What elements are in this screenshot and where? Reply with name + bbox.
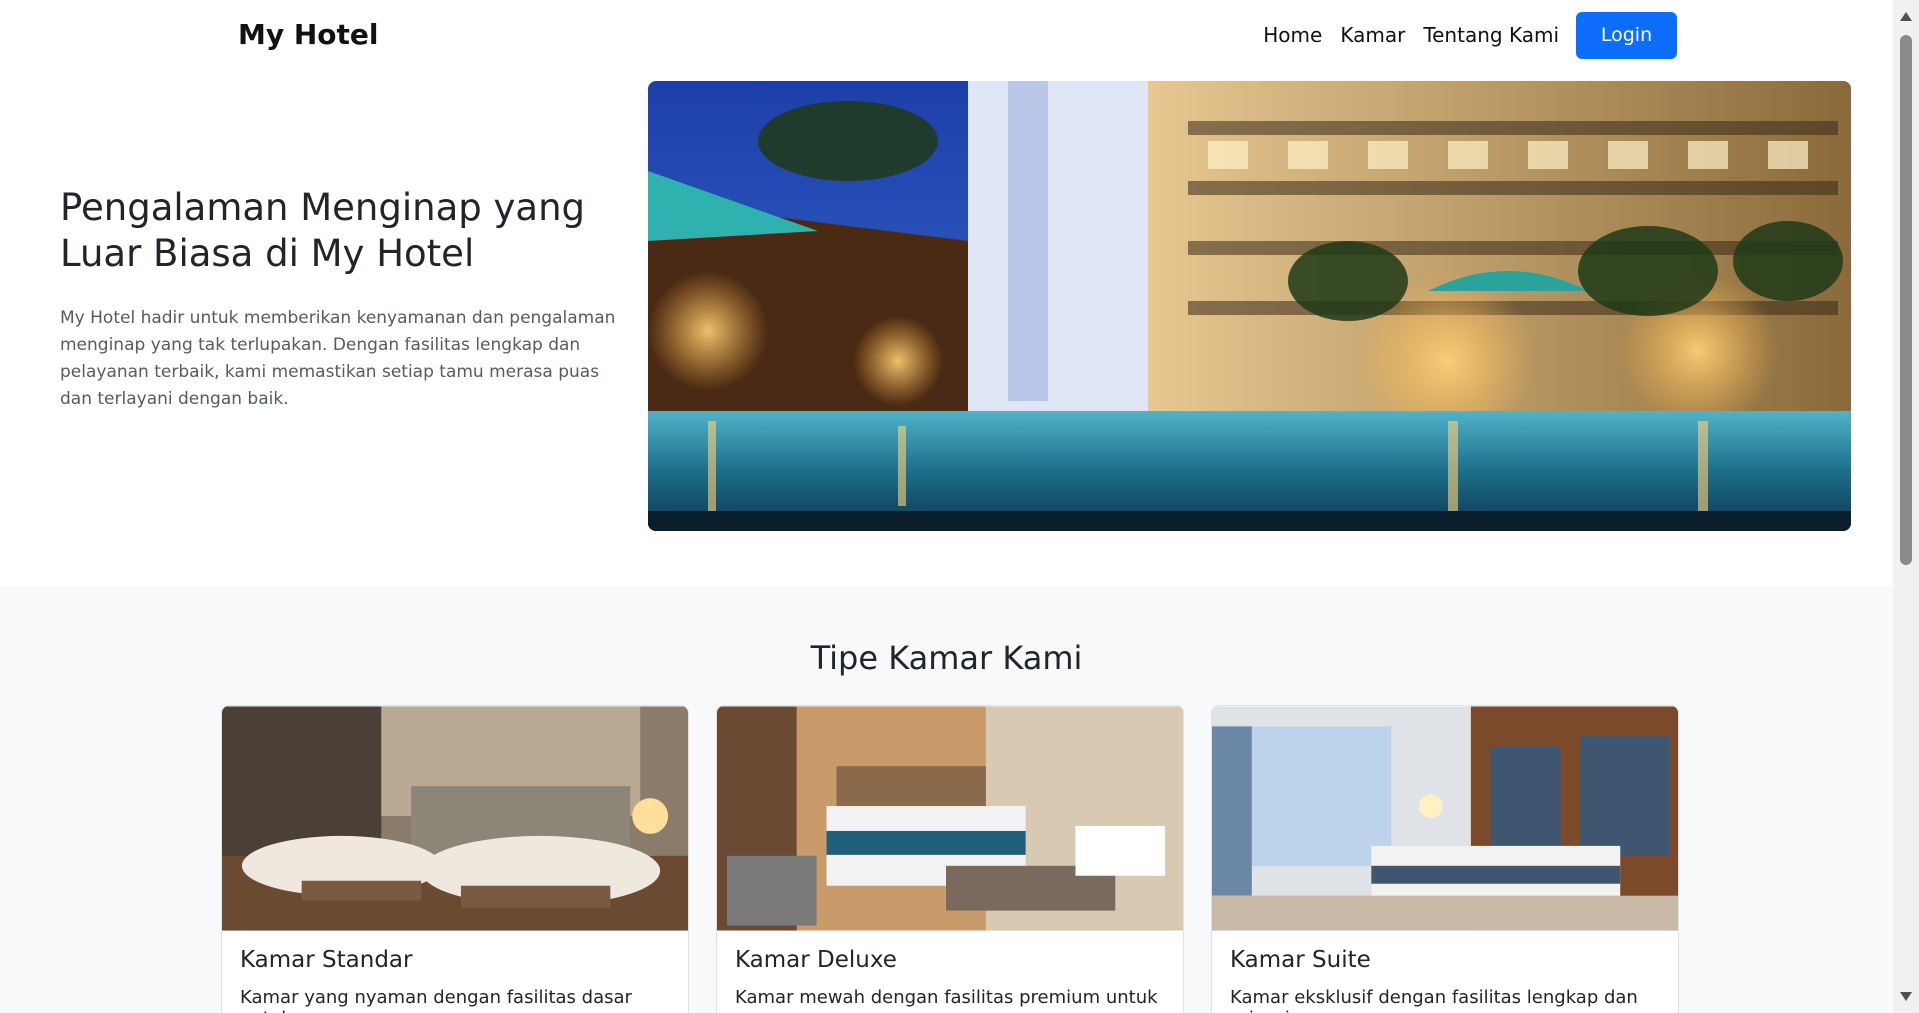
nav-links: Home Kamar Tentang Kami Login [1254, 11, 1677, 59]
scroll-up-arrow-icon[interactable] [1900, 12, 1912, 21]
scroll-down-arrow-icon[interactable] [1900, 992, 1912, 1001]
room-image-deluxe [717, 706, 1183, 931]
room-card-suite[interactable]: Kamar Suite Kamar eksklusif dengan fasil… [1211, 705, 1679, 1013]
scroll-thumb[interactable] [1900, 35, 1912, 565]
room-title-suite: Kamar Suite [1230, 947, 1371, 973]
nav-link-tentang-kami[interactable]: Tentang Kami [1414, 11, 1568, 59]
nav-link-kamar[interactable]: Kamar [1331, 11, 1414, 59]
room-card-deluxe[interactable]: Kamar Deluxe Kamar mewah dengan fasilita… [716, 705, 1184, 1013]
room-title-deluxe: Kamar Deluxe [735, 947, 897, 973]
rooms-section-title: Tipe Kamar Kami [810, 639, 1083, 677]
login-button[interactable]: Login [1576, 11, 1677, 59]
room-text-standar: Kamar yang nyaman dengan fasilitas dasar… [240, 987, 632, 1013]
nav-link-home[interactable]: Home [1254, 11, 1331, 59]
vertical-scrollbar[interactable] [1893, 0, 1919, 1013]
hero-image [648, 81, 1851, 531]
hero-description: My Hotel hadir untuk memberikan kenyaman… [60, 308, 616, 409]
room-text-suite: Kamar eksklusif dengan fasilitas lengkap… [1230, 987, 1638, 1013]
rooms-section: Tipe Kamar Kami Kamar Standar Kamar yang… [0, 586, 1893, 1013]
navbar: My Hotel Home Kamar Tentang Kami Login [0, 0, 1893, 72]
room-title-standar: Kamar Standar [240, 947, 413, 973]
hero-title: Pengalaman Menginap yang Luar Biasa di M… [60, 186, 586, 275]
room-text-deluxe: Kamar mewah dengan fasilitas premium unt… [735, 987, 1158, 1008]
brand-logo[interactable]: My Hotel [238, 18, 379, 51]
room-image-suite [1212, 706, 1678, 931]
page: My Hotel Home Kamar Tentang Kami Login P… [0, 0, 1893, 1013]
hero-text: Pengalaman Menginap yang Luar Biasa di M… [60, 185, 630, 413]
room-card-standar[interactable]: Kamar Standar Kamar yang nyaman dengan f… [221, 705, 689, 1013]
room-image-standar [222, 706, 688, 931]
